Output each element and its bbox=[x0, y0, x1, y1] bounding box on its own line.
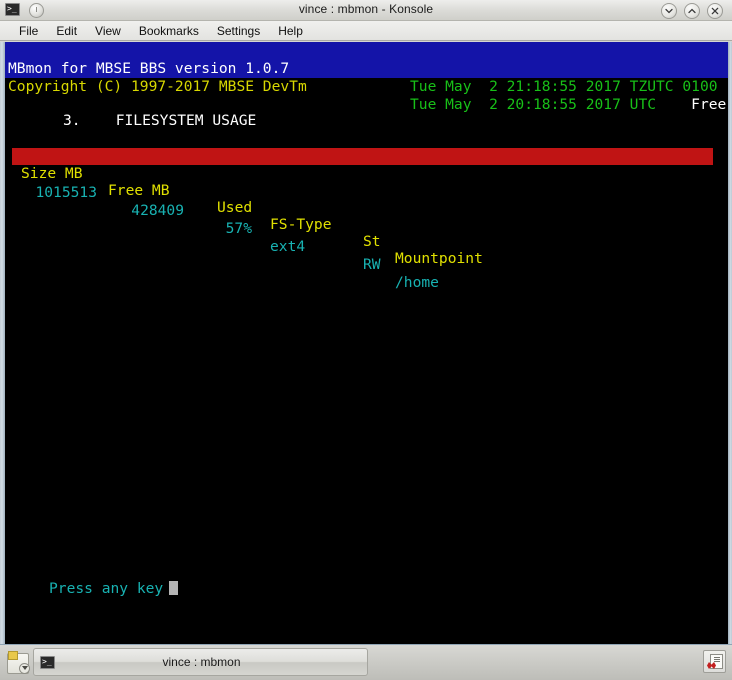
cell-size: 1015513 bbox=[35, 184, 97, 201]
terminal-cursor bbox=[169, 581, 179, 595]
menu-item-view[interactable]: View bbox=[86, 22, 130, 40]
table-row: 1015513 428409 57% ext4 RW /home bbox=[12, 166, 713, 291]
menu-item-file[interactable]: File bbox=[10, 22, 47, 40]
cell-st: RW bbox=[363, 256, 381, 273]
filesystem-table-header: Size MB Free MB Used FS-Type St Mountpoi… bbox=[12, 148, 713, 267]
cell-used: 57% bbox=[225, 220, 252, 237]
banner-line-1: MBmon for MBSE BBS version 1.0.7 Tue May… bbox=[5, 42, 728, 95]
terminal-area[interactable]: MBmon for MBSE BBS version 1.0.7 Tue May… bbox=[0, 42, 732, 644]
banner-local-time: Tue May 2 21:18:55 2017 TZUTC 0100 bbox=[410, 78, 718, 95]
terminal-content: MBmon for MBSE BBS version 1.0.7 Tue May… bbox=[5, 42, 728, 644]
taskbar-task-button[interactable]: vince : mbmon bbox=[33, 648, 368, 676]
desktop-taskbar: vince : mbmon bbox=[0, 644, 732, 680]
menu-item-edit[interactable]: Edit bbox=[47, 22, 86, 40]
close-icon[interactable] bbox=[707, 3, 723, 19]
column-header-st: St bbox=[363, 233, 381, 250]
prompt-text: Press any key bbox=[49, 580, 164, 597]
banner-status: Free bbox=[691, 96, 727, 113]
cell-free: 428409 bbox=[131, 202, 184, 219]
clipboard-icon[interactable] bbox=[703, 650, 726, 673]
taskbar-task-label: vince : mbmon bbox=[162, 655, 241, 669]
banner-utc-time: Tue May 2 20:18:55 2017 UTC bbox=[410, 96, 657, 113]
cell-fstype: ext4 bbox=[270, 238, 306, 255]
section-heading: 3. FILESYSTEM USAGE bbox=[63, 112, 256, 130]
konsole-window: vince : mbmon - Konsole File Edit View B… bbox=[0, 0, 732, 644]
banner-copyright: Copyright (C) 1997-2017 MBSE DevTm bbox=[8, 78, 307, 95]
column-header-fstype: FS-Type bbox=[270, 216, 332, 233]
section-number: 3. bbox=[63, 112, 81, 129]
launcher-badge bbox=[19, 663, 30, 674]
banner-line-2: Copyright (C) 1997-2017 MBSE DevTm Tue M… bbox=[5, 60, 728, 113]
tray-line bbox=[714, 659, 720, 660]
cell-mountpoint: /home bbox=[395, 274, 439, 291]
minimize-icon[interactable] bbox=[661, 3, 677, 19]
menu-item-help[interactable]: Help bbox=[269, 22, 312, 40]
banner-utc-group: Tue May 2 20:18:55 2017 UTC Free bbox=[410, 96, 726, 114]
menu-item-bookmarks[interactable]: Bookmarks bbox=[130, 22, 208, 40]
show-desktop-icon[interactable] bbox=[6, 650, 30, 674]
mbmon-banner: MBmon for MBSE BBS version 1.0.7 Tue May… bbox=[5, 42, 728, 113]
press-any-key-prompt: Press any key bbox=[49, 580, 179, 598]
column-header-mountpoint: Mountpoint bbox=[395, 250, 483, 267]
launcher-corner bbox=[8, 651, 18, 660]
window-title: vince : mbmon - Konsole bbox=[298, 2, 434, 16]
window-titlebar[interactable]: vince : mbmon - Konsole bbox=[0, 0, 732, 21]
menubar: File Edit View Bookmarks Settings Help bbox=[0, 21, 732, 41]
terminal-scrollbar-right[interactable] bbox=[728, 42, 732, 644]
column-header-used: Used bbox=[217, 199, 253, 216]
maximize-icon[interactable] bbox=[684, 3, 700, 19]
tray-line bbox=[714, 657, 720, 658]
column-header-free: Free MB bbox=[108, 182, 170, 199]
tray-line bbox=[714, 661, 720, 662]
menu-item-settings[interactable]: Settings bbox=[208, 22, 269, 40]
section-title-text: FILESYSTEM USAGE bbox=[115, 112, 257, 129]
